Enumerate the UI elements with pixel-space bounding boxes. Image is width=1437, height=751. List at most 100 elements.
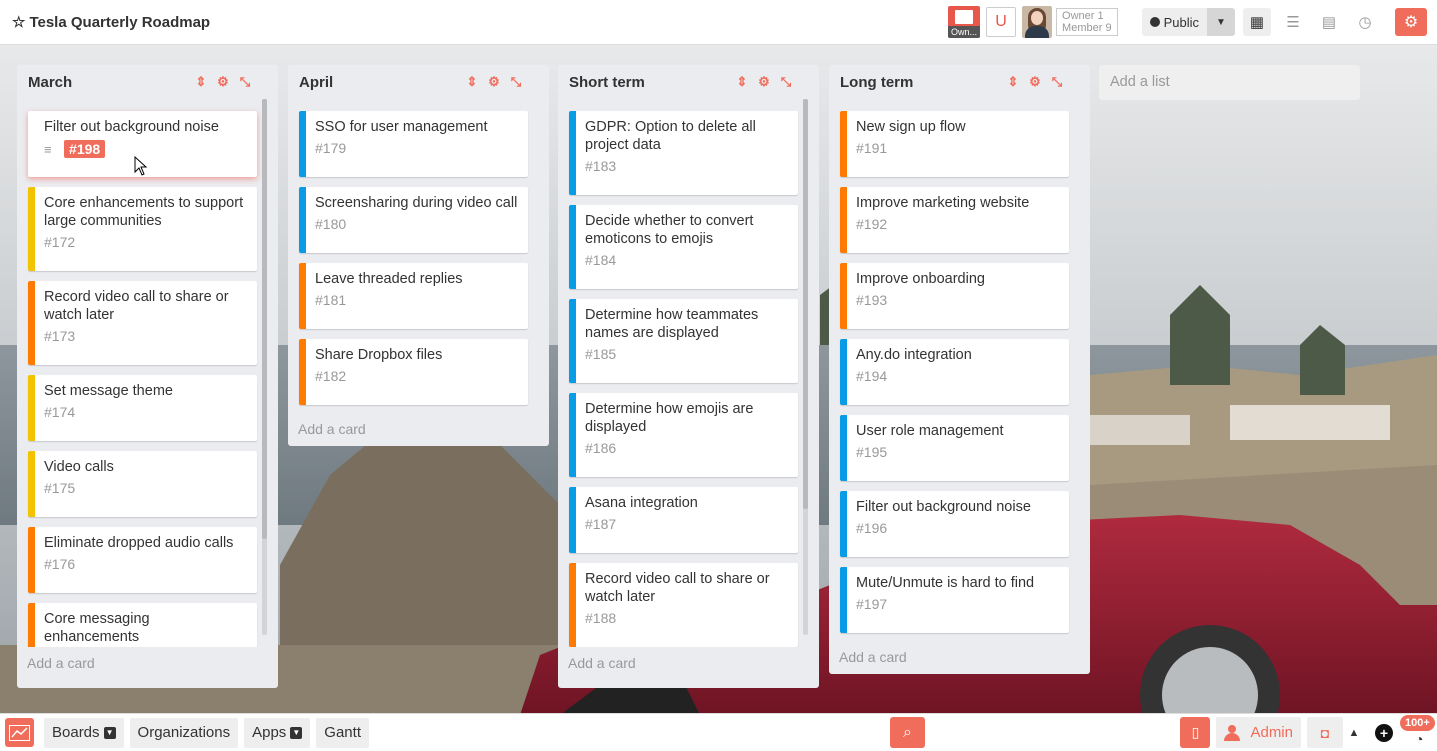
card[interactable]: New sign up flow #191 xyxy=(840,111,1069,177)
card-id: #173 xyxy=(44,328,76,344)
list-title[interactable]: March xyxy=(28,74,72,91)
collapse-icon[interactable]: ⤡ xyxy=(234,74,256,90)
clock-icon[interactable]: ◷ xyxy=(1351,8,1379,36)
board-title: Tesla Quarterly Roadmap xyxy=(29,13,211,31)
calendar-owner-badge[interactable]: Own... xyxy=(948,6,981,38)
visibility-dropdown[interactable]: ▼ xyxy=(1207,8,1235,36)
mobile-icon[interactable]: ▯ xyxy=(1180,717,1211,748)
scrollbar[interactable] xyxy=(803,99,808,635)
list-settings-icon[interactable]: ⚙ xyxy=(212,74,234,90)
list-settings-icon[interactable]: ⚙ xyxy=(1024,74,1046,90)
card[interactable]: Core messaging enhancements xyxy=(28,603,257,647)
card-title: Core enhancements to support large commu… xyxy=(44,195,244,229)
card-id: #180 xyxy=(315,216,347,232)
search-icon[interactable]: ⌕ xyxy=(890,717,925,748)
chevron-up-icon[interactable]: ▲ xyxy=(1343,717,1365,748)
list-settings-icon[interactable]: ⚙ xyxy=(753,74,775,90)
top-header: ☆ Tesla Quarterly Roadmap Own... U Owner… xyxy=(0,0,1437,45)
star-icon[interactable]: ☆ xyxy=(12,13,25,31)
card[interactable]: Any.do integration #194 xyxy=(840,339,1069,405)
collapse-icon[interactable]: ⤡ xyxy=(505,74,527,90)
scrollbar[interactable] xyxy=(262,99,267,635)
member-roles[interactable]: Owner 1 Member 9 xyxy=(1056,8,1118,36)
add-list-button[interactable]: Add a list xyxy=(1099,65,1360,100)
add-card-button[interactable]: Add a card xyxy=(558,655,819,671)
card[interactable]: GDPR: Option to delete all project data … xyxy=(569,111,798,195)
label-stripe xyxy=(840,187,847,253)
card[interactable]: Core enhancements to support large commu… xyxy=(28,187,257,271)
description-icon: ≡ xyxy=(44,142,52,158)
board-title-wrap[interactable]: ☆ Tesla Quarterly Roadmap xyxy=(12,13,211,32)
apps-menu-button[interactable]: Apps ▼ xyxy=(244,717,311,748)
card-id: #184 xyxy=(585,252,617,268)
activity-chart-icon[interactable] xyxy=(5,718,34,747)
user-initial-badge[interactable]: U xyxy=(986,7,1017,37)
card-title: Leave threaded replies xyxy=(315,271,463,287)
card[interactable]: Improve marketing website #192 xyxy=(840,187,1069,253)
card[interactable]: Determine how emojis are displayed #186 xyxy=(569,393,798,477)
list-view-icon[interactable]: ☰ xyxy=(1279,8,1307,36)
label-stripe xyxy=(840,263,847,329)
organizations-button[interactable]: Organizations xyxy=(129,717,239,748)
card[interactable]: Screensharing during video call #180 xyxy=(299,187,528,253)
card[interactable]: Decide whether to convert emoticons to e… xyxy=(569,205,798,289)
notifications-button[interactable]: ◔ 100+ xyxy=(1393,715,1437,748)
member-count: Member 9 xyxy=(1062,22,1112,34)
list-title[interactable]: April xyxy=(299,74,333,91)
grid-view-icon[interactable]: ▦ xyxy=(1243,8,1271,36)
collapse-icon[interactable]: ⤡ xyxy=(1046,74,1068,90)
admin-label: Admin xyxy=(1250,724,1293,741)
list-settings-icon[interactable]: ⚙ xyxy=(483,74,505,90)
label-stripe xyxy=(28,451,35,517)
sort-icon[interactable]: ⇕ xyxy=(190,74,212,90)
card[interactable]: User role management #195 xyxy=(840,415,1069,481)
sort-icon[interactable]: ⇕ xyxy=(461,74,483,90)
card[interactable]: Record video call to share or watch late… xyxy=(28,281,257,365)
list-title[interactable]: Short term xyxy=(569,74,645,91)
boards-label: Boards xyxy=(52,724,100,741)
sort-icon[interactable]: ⇕ xyxy=(1002,74,1024,90)
card-title: Share Dropbox files xyxy=(315,347,443,363)
list-title[interactable]: Long term xyxy=(840,74,913,91)
card[interactable]: Leave threaded replies #181 xyxy=(299,263,528,329)
avatar[interactable] xyxy=(1022,6,1053,38)
list-short-term: Short term ⇕ ⚙ ⤡ GDPR: Option to delete … xyxy=(558,65,819,688)
gantt-button[interactable]: Gantt xyxy=(316,717,369,748)
card-title: Determine how teammates names are displa… xyxy=(585,307,759,341)
card-container: GDPR: Option to delete all project data … xyxy=(558,99,819,647)
card[interactable]: Set message theme #174 xyxy=(28,375,257,441)
card-id: #186 xyxy=(585,440,617,456)
card-id: #194 xyxy=(856,368,888,384)
label-stripe xyxy=(299,111,306,177)
add-icon[interactable]: + xyxy=(1375,723,1393,742)
label-stripe xyxy=(299,187,306,253)
label-stripe xyxy=(569,299,576,383)
shield-icon[interactable]: ◘ xyxy=(1307,717,1343,748)
label-stripe xyxy=(28,281,35,365)
card[interactable]: Improve onboarding #193 xyxy=(840,263,1069,329)
chevron-down-icon: ▼ xyxy=(103,726,116,739)
add-card-button[interactable]: Add a card xyxy=(829,649,1090,665)
collapse-icon[interactable]: ⤡ xyxy=(775,74,797,90)
card[interactable]: Asana integration #187 xyxy=(569,487,798,553)
bell-icon: ◔ xyxy=(1415,731,1424,747)
add-card-button[interactable]: Add a card xyxy=(288,421,549,437)
card[interactable]: Share Dropbox files #182 xyxy=(299,339,528,405)
card[interactable]: Eliminate dropped audio calls #176 xyxy=(28,527,257,593)
sort-icon[interactable]: ⇕ xyxy=(731,74,753,90)
visibility-button[interactable]: Public xyxy=(1141,8,1207,36)
add-card-button[interactable]: Add a card xyxy=(17,655,278,671)
card[interactable]: SSO for user management #179 xyxy=(299,111,528,177)
admin-button[interactable]: Admin xyxy=(1216,717,1301,748)
card-id: #187 xyxy=(585,516,617,532)
boards-menu-button[interactable]: Boards ▼ xyxy=(44,717,124,748)
gear-icon[interactable]: ⚙ xyxy=(1395,8,1427,36)
card[interactable]: Video calls #175 xyxy=(28,451,257,517)
card[interactable]: Record video call to share or watch late… xyxy=(569,563,798,647)
card[interactable]: Mute/Unmute is hard to find #197 xyxy=(840,567,1069,633)
card[interactable]: Filter out background noise #196 xyxy=(840,491,1069,557)
calendar-view-icon[interactable]: ▤ xyxy=(1315,8,1343,36)
card[interactable]: Determine how teammates names are displa… xyxy=(569,299,798,383)
card-title: Mute/Unmute is hard to find xyxy=(856,575,1035,591)
card-title: Record video call to share or watch late… xyxy=(585,571,770,605)
